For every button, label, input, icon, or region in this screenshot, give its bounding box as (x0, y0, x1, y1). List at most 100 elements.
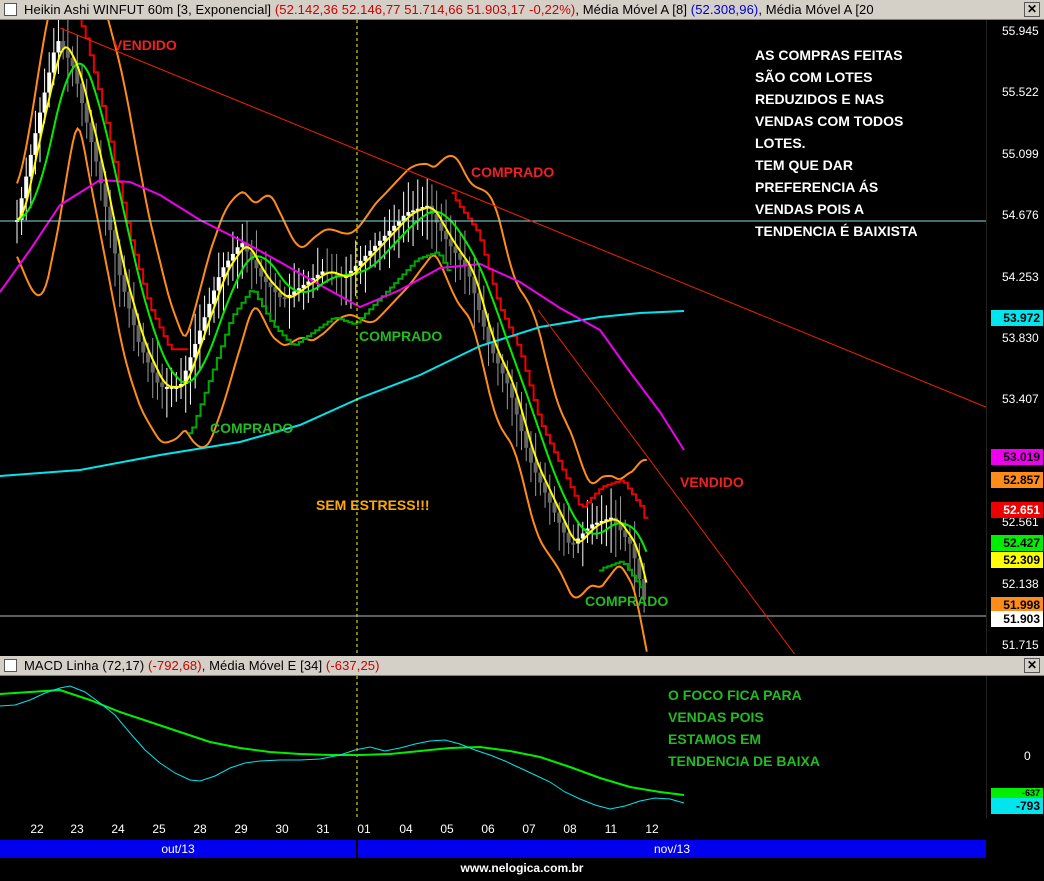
day-tick: 11 (604, 822, 618, 836)
note-line: VENDAS COM TODOS (755, 113, 904, 129)
price-tick: 54.676 (1002, 208, 1039, 223)
candle-body (282, 297, 287, 300)
note-line: ESTAMOS EM (668, 731, 762, 747)
macd-zero-tick: 0 (1024, 749, 1031, 763)
title-part: , Média Móvel A [20 (758, 2, 874, 17)
footer-url[interactable]: www.nelogica.com.br (0, 861, 1044, 875)
note-line: TENDENCIA DE BAIXA (668, 753, 820, 769)
price-tick: 51.715 (1002, 638, 1039, 652)
title-part: , Média Móvel E [34] (201, 658, 323, 673)
comprado-label-2: COMPRADO (359, 328, 443, 344)
sem-estress-label: SEM ESTRESS!!! (316, 497, 430, 513)
note-line: LOTES. (755, 135, 806, 151)
day-tick: 30 (275, 822, 289, 836)
bollinger-bands (16, 20, 648, 652)
price-value-tag: 51.903 (991, 610, 1043, 627)
price-tick: 55.099 (1002, 146, 1039, 161)
footer: www.nelogica.com.br (0, 858, 1044, 881)
macd-titlebar: MACD Linha (72,17) (-792,68), Média Móve… (0, 656, 1044, 676)
title-part: (52.142,36 52.146,77 51.714,66 51.903,17… (271, 2, 576, 17)
month-bar-oct: out/13 (0, 840, 356, 858)
ma-cyan (0, 310, 685, 477)
title-part: (-792,68) (144, 658, 202, 673)
candle-body (221, 267, 226, 278)
comprado-label-3: COMPRADO (210, 420, 294, 436)
title-part: (-637,25) (322, 658, 380, 673)
title-part: Heikin Ashi WINFUT 60m [3, Exponencial] (24, 2, 272, 17)
macd-chart-area[interactable] (0, 676, 986, 818)
day-tick: 31 (316, 822, 330, 836)
day-tick: 25 (152, 822, 166, 836)
price-tick: 53.407 (1002, 392, 1039, 407)
candle-body (263, 276, 268, 283)
day-tick: 24 (111, 822, 125, 836)
note-line: PREFERENCIA ÁS (755, 179, 879, 195)
ma-green (16, 62, 648, 553)
day-tick: 01 (357, 822, 371, 836)
price-value-tag: 53.019 (991, 448, 1043, 465)
macd-line (0, 685, 685, 810)
month-bar-nov: nov/13 (358, 840, 986, 858)
candle-body (160, 382, 165, 387)
close-button[interactable]: ✕ (1024, 2, 1040, 17)
day-tick: 04 (399, 822, 413, 836)
day-tick: 12 (645, 822, 659, 836)
day-tick: 07 (522, 822, 536, 836)
title-part: (52.308,96) (687, 2, 759, 17)
candle-body (122, 275, 127, 292)
comprado-label-red: COMPRADO (471, 164, 555, 180)
macd-title: MACD Linha (72,17) (-792,68), Média Móve… (24, 658, 380, 673)
price-tick: 54.253 (1002, 269, 1039, 284)
bollinger-upper (16, 20, 647, 485)
note-line: VENDAS POIS (668, 709, 764, 725)
price-value-tag: 52.857 (991, 472, 1043, 489)
day-tick: 28 (193, 822, 207, 836)
candle-body (491, 343, 496, 354)
close-button-macd[interactable]: ✕ (1024, 658, 1040, 673)
price-tick: 55.945 (1002, 24, 1039, 38)
candle-body (164, 386, 169, 389)
heikin-ashi-candles (15, 20, 647, 613)
candle-body (571, 542, 576, 545)
day-tick: 23 (70, 822, 84, 836)
day-tick: 08 (563, 822, 577, 836)
window-menu-icon-macd[interactable] (4, 659, 17, 672)
note-focus-sales: O FOCO FICA PARA VENDAS POIS ESTAMOS EM TEN… (668, 684, 820, 772)
price-value-tag: 52.651 (991, 502, 1043, 519)
macd-signal-line (0, 688, 685, 796)
macd-value-tag: -637 (991, 788, 1043, 798)
comprado-label-4: COMPRADO (585, 593, 669, 609)
note-line: SÃO COM LOTES (755, 69, 873, 85)
candle-body (240, 243, 245, 248)
price-tick: 52.138 (1002, 576, 1039, 591)
note-buys-reduced: AS COMPRAS FEITAS SÃO COM LOTES REDUZIDOS … (755, 44, 918, 242)
day-tick: 06 (481, 822, 495, 836)
title-part: MACD Linha (72,17) (24, 658, 145, 673)
candle-body (226, 260, 231, 268)
main-chart-title: Heikin Ashi WINFUT 60m [3, Exponencial] … (24, 2, 874, 17)
note-line: O FOCO FICA PARA (668, 687, 802, 703)
candle-body (141, 341, 146, 353)
day-tick: 05 (440, 822, 454, 836)
vendido-label-2: VENDIDO (680, 474, 744, 490)
title-part: , Média Móvel A [8] (575, 2, 688, 17)
macd-value-tag: -793 (991, 798, 1043, 814)
price-tick: 55.522 (1002, 85, 1039, 100)
price-value-tag: 52.309 (991, 551, 1043, 568)
note-line: TEM QUE DAR (755, 157, 853, 173)
day-tick: 29 (234, 822, 248, 836)
vendido-label-1: VENDIDO (113, 37, 177, 53)
trendline-short (537, 309, 796, 654)
note-line: AS COMPRAS FEITAS (755, 47, 903, 63)
candle-body (56, 41, 61, 53)
price-tick: 53.830 (1002, 331, 1039, 345)
window-menu-icon[interactable] (4, 3, 17, 16)
note-line: VENDAS POIS A (755, 201, 865, 217)
note-line: TENDENCIA É BAIXISTA (755, 223, 918, 239)
price-value-tag: 52.427 (991, 534, 1043, 551)
price-value-tag: 53.972 (991, 310, 1043, 327)
day-tick: 22 (30, 822, 44, 836)
note-line: REDUZIDOS E NAS (755, 91, 885, 107)
candle-body (533, 462, 538, 473)
main-chart-titlebar: Heikin Ashi WINFUT 60m [3, Exponencial] … (0, 0, 1044, 20)
